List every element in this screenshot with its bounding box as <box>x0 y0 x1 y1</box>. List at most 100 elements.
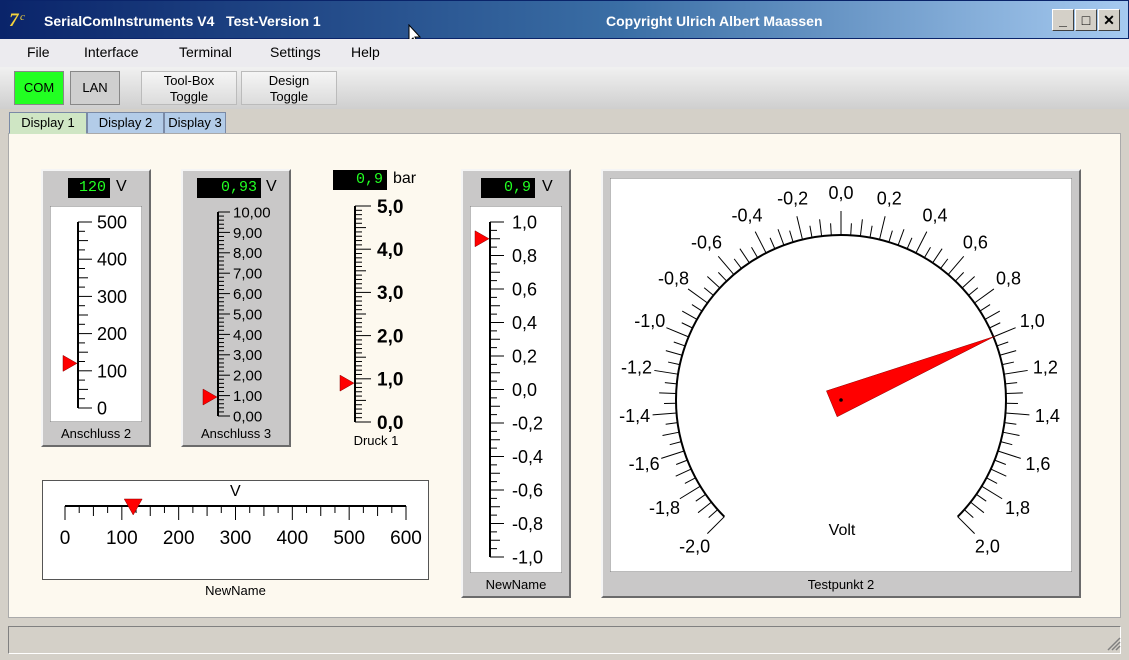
svg-text:c: c <box>20 11 25 23</box>
tick-label: 8,00 <box>233 245 262 262</box>
scale-anschluss-2: 500 400 300 200 100 0 <box>50 206 142 422</box>
tick-label: 2,0 <box>975 536 1000 556</box>
tab-display-2[interactable]: Display 2 <box>87 112 164 134</box>
tick-label: 0 <box>97 398 107 418</box>
tick-label: 100 <box>106 528 138 549</box>
tick-label: -0,8 <box>512 514 543 534</box>
pointer-marker <box>339 374 355 392</box>
needle-pivot <box>839 398 843 402</box>
tick-label: 7,00 <box>233 266 262 283</box>
tick-label: 300 <box>220 528 252 549</box>
tick-label: 300 <box>97 287 127 307</box>
tick-label: -0,6 <box>691 233 722 253</box>
design-toggle-button[interactable]: Design Toggle <box>241 71 337 105</box>
menu-settings[interactable]: Settings <box>270 44 321 60</box>
tick-label: 10,00 <box>233 204 271 221</box>
tick-label: -0,8 <box>658 268 689 288</box>
menu-bar <box>0 39 1129 67</box>
toolbox-toggle-button[interactable]: Tool-Box Toggle <box>141 71 237 105</box>
resize-grip-icon[interactable] <box>1106 636 1122 652</box>
tab-display-1[interactable]: Display 1 <box>9 112 87 134</box>
minor-tick <box>659 392 677 395</box>
minor-tick <box>850 223 852 236</box>
unit-newname-horizontal: V <box>230 483 241 500</box>
caption-anschluss-3: Anschluss 3 <box>200 426 272 441</box>
tick-label: -1,2 <box>621 358 652 378</box>
design-toggle-label-1: Design <box>268 73 310 88</box>
tick-label: 1,8 <box>1005 498 1030 518</box>
tick-label: 0,8 <box>512 246 537 266</box>
close-button[interactable]: ✕ <box>1098 9 1120 31</box>
tick-label: 1,6 <box>1025 454 1050 474</box>
tab-display-3[interactable]: Display 3 <box>164 112 226 134</box>
tick-label: 1,0 <box>377 370 403 391</box>
lcd-anschluss-2: 120 <box>68 178 110 198</box>
tick-label: 1,2 <box>1033 358 1058 378</box>
status-bar <box>8 626 1121 654</box>
tick-label: 0 <box>60 528 71 549</box>
caption-newname-vertical: NewName <box>485 577 547 592</box>
tick-label: 400 <box>276 528 308 549</box>
menu-interface[interactable]: Interface <box>84 44 138 60</box>
tick-label: 0,2 <box>877 189 902 209</box>
menu-help[interactable]: Help <box>351 44 380 60</box>
lcd-anschluss-3: 0,93 <box>197 178 261 198</box>
menu-terminal[interactable]: Terminal <box>179 44 232 60</box>
design-toggle-label-2: Toggle <box>269 89 309 104</box>
tick-label: 0,2 <box>512 346 537 366</box>
lcd-druck-1: 0,9 <box>333 170 387 190</box>
window-title: SerialComInstruments V4 Test-Version 1 <box>44 13 321 29</box>
tick-label: 0,4 <box>922 206 947 226</box>
menu-file[interactable]: File <box>27 44 50 60</box>
tick-label: 0,0 <box>828 183 853 203</box>
tick-label: 5,0 <box>377 197 403 218</box>
tick-label: 0,4 <box>512 313 537 333</box>
dial-testpunkt-2: -2,0 -1,8 -1,6 -1,4 -1,2 -1,0 -0,8-0,6 -0,4 -0,2… <box>610 178 1072 572</box>
tick-label: 4,00 <box>233 327 262 344</box>
lcd-newname-vertical: 0,9 <box>481 178 535 198</box>
minor-tick <box>1005 392 1023 395</box>
caption-testpunkt-2: Testpunkt 2 <box>807 577 875 592</box>
tick-label: -0,2 <box>512 413 543 433</box>
unit-newname-vertical: V <box>542 178 553 195</box>
tick-label: 600 <box>390 528 422 549</box>
app-icon: 7 c <box>9 10 25 30</box>
tick-label: -0,4 <box>512 447 543 467</box>
scale-druck-1: 5,0 4,0 3,0 2,0 1,0 0,0 <box>339 197 403 434</box>
tick-label: 0,0 <box>512 380 537 400</box>
maximize-button[interactable]: □ <box>1075 9 1097 31</box>
tick-label: 1,4 <box>1035 406 1060 426</box>
tick-label: -1,0 <box>512 547 543 567</box>
tick-label: 3,0 <box>377 283 403 304</box>
tick-label: 2,0 <box>377 326 403 347</box>
tick-label: 1,0 <box>1020 311 1045 331</box>
com-button[interactable]: COM <box>14 71 64 105</box>
tick-label: 4,0 <box>377 240 403 261</box>
tick-label: 2,00 <box>233 368 262 385</box>
tick-label: -1,0 <box>634 311 665 331</box>
toolbox-toggle-label-1: Tool-Box <box>163 73 215 88</box>
tick-label: 0,0 <box>377 413 403 434</box>
tick-label: 5,00 <box>233 306 262 323</box>
tick-label: -1,6 <box>629 454 660 474</box>
tick-label: -0,4 <box>732 206 763 226</box>
tick-label: 0,6 <box>512 279 537 299</box>
caption-anschluss-2: Anschluss 2 <box>60 426 132 441</box>
tick-label: -2,0 <box>679 536 710 556</box>
pointer-marker <box>202 388 218 406</box>
tick-label: -0,6 <box>512 480 543 500</box>
minor-tick <box>830 223 832 236</box>
tick-label: -1,4 <box>619 406 650 426</box>
lan-button[interactable]: LAN <box>70 71 120 105</box>
tick-label: 400 <box>97 250 127 270</box>
unit-druck-1: bar <box>393 170 417 187</box>
tick-label: 0,8 <box>996 268 1021 288</box>
tick-label: 500 <box>333 528 365 549</box>
tick-label: 9,00 <box>233 225 262 242</box>
svg-text:7: 7 <box>9 10 20 30</box>
minimize-button[interactable]: _ <box>1052 9 1074 31</box>
tick-label: 0,00 <box>233 408 262 425</box>
caption-newname-horizontal: NewName <box>205 583 266 598</box>
toolbox-toggle-label-2: Toggle <box>169 89 209 104</box>
tick-label: 3,00 <box>233 347 262 364</box>
